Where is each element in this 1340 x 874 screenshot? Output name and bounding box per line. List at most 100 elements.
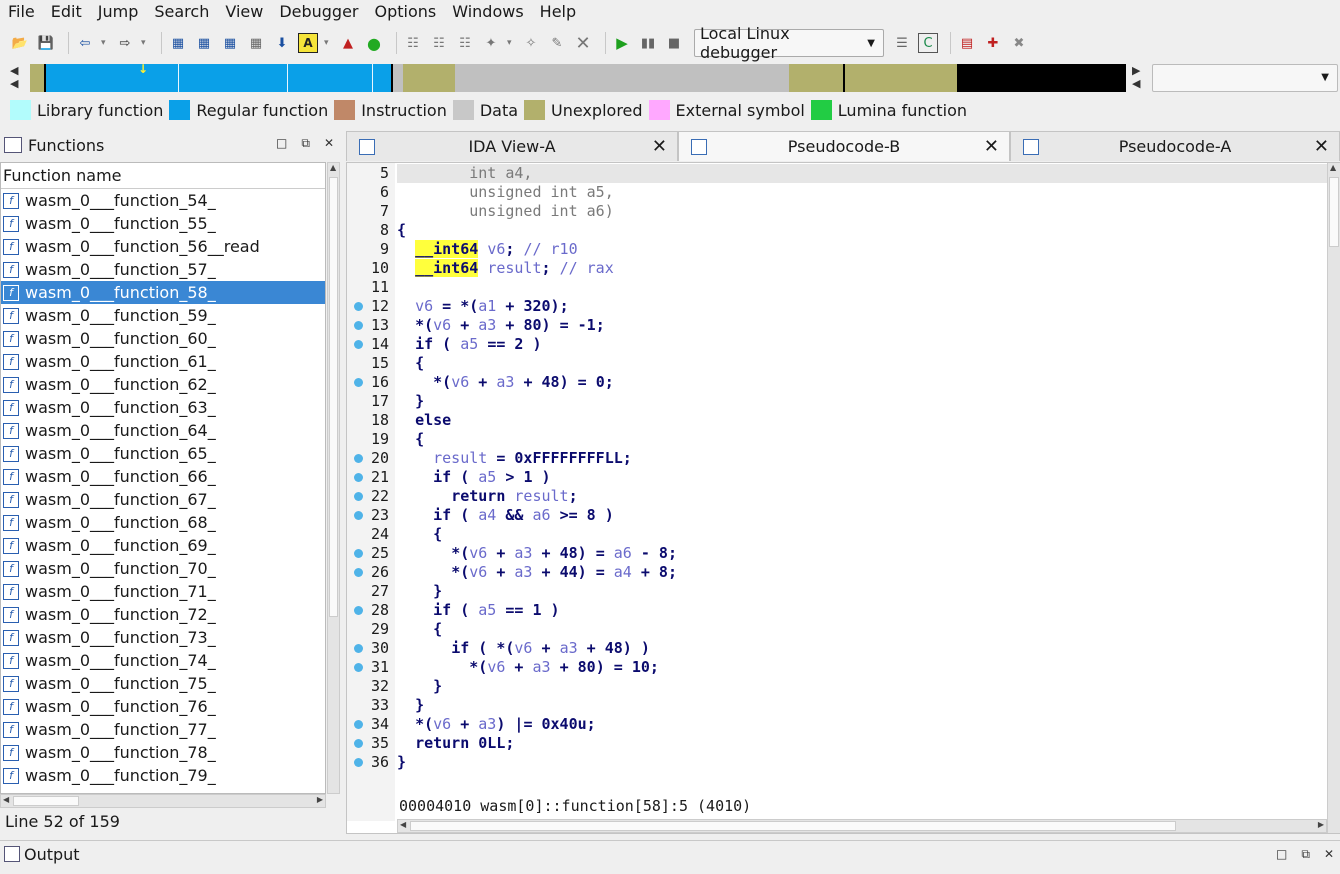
jump-down-icon[interactable]: ⬇ [272, 33, 292, 53]
breakpoint-dot-icon[interactable] [354, 758, 363, 767]
menu-view[interactable]: View [217, 0, 271, 24]
scrollbar-thumb[interactable] [13, 796, 79, 806]
back-arrow-icon[interactable]: ⇦ [75, 33, 95, 53]
function-list-item[interactable]: f wasm_0___function_75_ [1, 672, 325, 695]
string-icon[interactable]: A [298, 33, 318, 53]
function-list-item[interactable]: f wasm_0___function_64_ [1, 419, 325, 442]
green-circle-icon[interactable]: ● [364, 33, 384, 53]
function-list-item[interactable]: f wasm_0___function_74_ [1, 649, 325, 672]
code-line[interactable]: *(v6 + a3 + 80) = 10; [397, 658, 659, 677]
function-list-item[interactable]: f wasm_0___function_66_ [1, 465, 325, 488]
scroll-right-icon[interactable]: ▶ [317, 795, 323, 804]
code-horizontal-scrollbar[interactable]: ◀ ▶ [397, 819, 1327, 833]
function-name-column-header[interactable]: Function name [1, 163, 325, 189]
code-line[interactable]: __int64 v6; // r10 [397, 240, 578, 259]
code-line[interactable]: *(v6 + a3 + 80) = -1; [397, 316, 605, 335]
function-list-item[interactable]: f wasm_0___function_73_ [1, 626, 325, 649]
code-line[interactable]: if ( a5 == 1 ) [397, 601, 559, 620]
menu-file[interactable]: File [0, 0, 43, 24]
code-line[interactable]: *(v6 + a3 + 48) = 0; [397, 373, 614, 392]
pseudocode-icon[interactable]: C [918, 33, 938, 53]
scrollbar-thumb[interactable] [1329, 177, 1339, 247]
menu-jump[interactable]: Jump [90, 0, 147, 24]
close-icon[interactable]: ✕ [1324, 847, 1334, 862]
code-line[interactable]: { [397, 620, 442, 639]
menu-options[interactable]: Options [367, 0, 445, 24]
menu-edit[interactable]: Edit [43, 0, 90, 24]
function-list-item[interactable]: f wasm_0___function_79_ [1, 764, 325, 787]
function-list-item[interactable]: f wasm_0___function_60_ [1, 327, 325, 350]
remove-struct-icon[interactable]: ✖ [1009, 33, 1029, 53]
functions-list[interactable]: Function name f wasm_0___function_54_ f was… [0, 162, 326, 794]
code-line[interactable]: if ( a5 > 1 ) [397, 468, 550, 487]
breakpoint-dot-icon[interactable] [354, 663, 363, 672]
switch-debugger-icon[interactable]: ☰ [892, 33, 912, 53]
close-icon[interactable]: ✕ [1314, 136, 1329, 157]
float-icon[interactable]: ⧉ [301, 136, 310, 151]
menu-windows[interactable]: Windows [444, 0, 531, 24]
code-line[interactable]: } [397, 696, 424, 715]
code-line[interactable]: if ( a4 && a6 >= 8 ) [397, 506, 614, 525]
functions-horizontal-scrollbar[interactable]: ◀ ▶ [0, 794, 326, 808]
scroll-left-icon[interactable]: ◀ [400, 820, 406, 829]
scroll-right-icon[interactable]: ▶ [1318, 820, 1324, 829]
forward-arrow-icon[interactable]: ⇨ [115, 33, 135, 53]
float-icon[interactable]: ⧉ [1301, 847, 1310, 862]
menu-search[interactable]: Search [146, 0, 217, 24]
code-line[interactable]: __int64 result; // rax [397, 259, 614, 278]
code-line[interactable]: return result; [397, 487, 577, 506]
nav-address-combo[interactable]: ▼ [1152, 64, 1338, 92]
close-x-icon[interactable]: ✕ [573, 33, 593, 54]
function-list-item[interactable]: f wasm_0___function_70_ [1, 557, 325, 580]
nav-left-arrows[interactable]: ◀ ◀ [10, 64, 24, 92]
text-search-icon[interactable]: ▦ [194, 33, 214, 53]
scroll-left-icon[interactable]: ◀ [3, 795, 9, 804]
code-line[interactable]: } [397, 582, 442, 601]
code-line[interactable]: if ( a5 == 2 ) [397, 335, 541, 354]
scroll-up-icon[interactable]: ▲ [1330, 163, 1336, 172]
close-icon[interactable]: ✕ [652, 136, 667, 157]
code-line[interactable]: } [397, 677, 442, 696]
edit-tool-icon[interactable]: ✎ [547, 33, 567, 53]
navigation-band[interactable]: ↓ [30, 62, 1126, 92]
code-line[interactable]: } [397, 392, 424, 411]
function-list-item[interactable]: f wasm_0___function_63_ [1, 396, 325, 419]
disable-breakpoint-icon[interactable]: ☷ [455, 33, 475, 53]
breakpoint-dot-icon[interactable] [354, 568, 363, 577]
binary-search-icon[interactable]: ▦ [168, 33, 188, 53]
tab-pseudocode-b[interactable]: Pseudocode-B ✕ [678, 131, 1010, 161]
code-line[interactable]: return 0LL; [397, 734, 514, 753]
breakpoint-dot-icon[interactable] [354, 454, 363, 463]
function-list-item[interactable]: f wasm_0___function_71_ [1, 580, 325, 603]
breakpoint-dot-icon[interactable] [354, 644, 363, 653]
function-list-item[interactable]: f wasm_0___function_61_ [1, 350, 325, 373]
function-list-item[interactable]: f wasm_0___function_57_ [1, 258, 325, 281]
function-list-item[interactable]: f wasm_0___function_55_ [1, 212, 325, 235]
scroll-up-icon[interactable]: ▲ [330, 163, 336, 172]
pseudocode-editor[interactable]: 5 6 7 8 9 10 11 12 13 14 15 16 17 18 19 20 21 22 23 24 25 26 2… [346, 162, 1340, 834]
code-line[interactable]: unsigned int a5, [397, 183, 614, 202]
function-list-item[interactable]: f wasm_0___function_56__read [1, 235, 325, 258]
function-list-item[interactable]: f wasm_0___function_72_ [1, 603, 325, 626]
breakpoint-dot-icon[interactable] [354, 720, 363, 729]
menu-debugger[interactable]: Debugger [271, 0, 366, 24]
code-line[interactable]: if ( *(v6 + a3 + 48) ) [397, 639, 650, 658]
code-line[interactable]: { [397, 525, 442, 544]
add-breakpoint-icon[interactable]: ☷ [403, 33, 423, 53]
string-dropdown-icon[interactable]: ▾ [324, 38, 334, 48]
warning-icon[interactable]: ▲ [338, 33, 358, 53]
breakpoint-dot-icon[interactable] [354, 302, 363, 311]
code-line[interactable]: *(v6 + a3 + 44) = a4 + 8; [397, 563, 677, 582]
function-list-item[interactable]: f wasm_0___function_67_ [1, 488, 325, 511]
menu-help[interactable]: Help [532, 0, 584, 24]
functions-vertical-scrollbar[interactable]: ▲ [327, 162, 340, 794]
breakpoint-dot-icon[interactable] [354, 549, 363, 558]
search-next-icon[interactable]: ▦ [246, 33, 266, 53]
breakpoint-dot-icon[interactable] [354, 378, 363, 387]
function-list-item[interactable]: f wasm_0___function_76_ [1, 695, 325, 718]
debugger-select[interactable]: Local Linux debugger ▼ [694, 24, 884, 62]
save-icon[interactable]: 💾 [36, 33, 56, 53]
tab-pseudocode-a[interactable]: Pseudocode-A ✕ [1010, 131, 1340, 161]
back-dropdown-icon[interactable]: ▾ [101, 38, 111, 48]
function-list-item[interactable]: f wasm_0___function_77_ [1, 718, 325, 741]
